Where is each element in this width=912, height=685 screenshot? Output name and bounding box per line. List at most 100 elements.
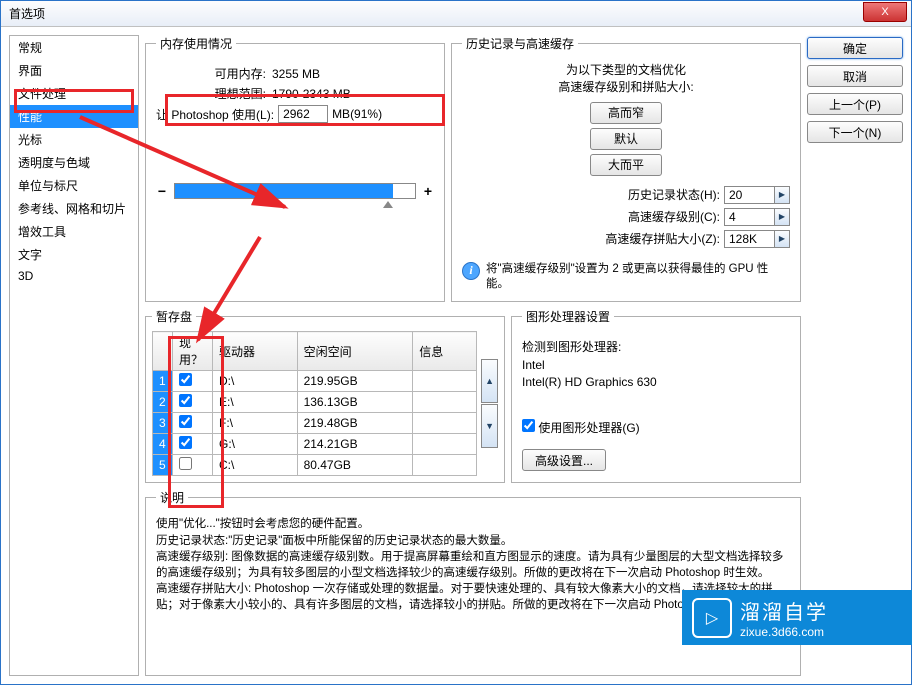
gpu-detect-label: 检测到图形处理器: [522,338,790,355]
watermark-title: 溜溜自学 [740,596,828,625]
ideal-range-value: 1790-2343 MB [272,87,351,101]
avail-ram-value: 3255 MB [272,67,320,81]
cache-tile-flyout[interactable] [774,230,790,248]
gpu-advanced-button[interactable]: 高级设置... [522,449,606,471]
memory-slider-row: − + [156,183,434,199]
scratch-row-info [413,455,477,476]
preset-tall-button[interactable]: 高而窄 [590,102,662,124]
watermark-url: zixue.3d66.com [740,625,828,639]
category-sidebar: 常规界面文件处理性能光标透明度与色域单位与标尺参考线、网格和切片增效工具文字3D [9,35,139,676]
scratch-col-drive[interactable]: 驱动器 [213,332,298,371]
scratch-row-num: 3 [153,413,173,434]
ps-use-input[interactable] [278,105,328,123]
cache-tile-input[interactable] [724,230,774,248]
scratch-legend: 暂存盘 [152,308,196,325]
cache-levels-flyout[interactable] [774,208,790,226]
watermark: ▷ 溜溜自学 zixue.3d66.com [682,590,912,645]
preset-default-button[interactable]: 默认 [590,128,662,150]
top-row: 内存使用情况 可用内存: 3255 MB 理想范围: 1790-2343 MB … [145,35,801,302]
scratch-row-info [413,371,477,392]
ps-use-label: 让 Photoshop 使用(L): [156,106,274,123]
description-legend: 说明 [156,489,188,506]
avail-ram-label: 可用内存: [156,65,266,82]
sidebar-item-2[interactable]: 文件处理 [10,82,138,105]
cache-levels-input[interactable] [724,208,774,226]
window-title: 首选项 [9,5,45,22]
scratch-row-num: 2 [153,392,173,413]
gpu-vendor: Intel [522,358,790,372]
scratch-row[interactable]: 3F:\219.48GB [153,413,477,434]
preferences-window: 首选项 X 常规界面文件处理性能光标透明度与色域单位与标尺参考线、网格和切片增效… [0,0,912,685]
next-button[interactable]: 下一个(N) [807,121,903,143]
slider-plus-button[interactable]: + [422,183,434,199]
scratch-move-down-button[interactable]: ▼ [481,404,498,448]
dialog-body: 常规界面文件处理性能光标透明度与色域单位与标尺参考线、网格和切片增效工具文字3D… [1,27,911,684]
scratch-row-free: 136.13GB [297,392,413,413]
history-states-label: 历史记录状态(H): [628,186,720,203]
scratch-table: 现用？ 驱动器 空闲空间 信息 1D:\219.95GB2E:\136.13GB… [152,331,477,476]
scratch-row-drive: E:\ [213,392,298,413]
action-buttons-column: 确定 取消 上一个(P) 下一个(N) [807,35,903,676]
scratch-row-active-checkbox[interactable] [179,394,192,407]
watermark-play-icon: ▷ [692,598,732,638]
history-states-flyout[interactable] [774,186,790,204]
scratch-col-info[interactable]: 信息 [413,332,477,371]
scratch-row[interactable]: 1D:\219.95GB [153,371,477,392]
scratch-row-num: 1 [153,371,173,392]
memory-legend: 内存使用情况 [156,35,236,52]
sidebar-item-8[interactable]: 增效工具 [10,220,138,243]
scratch-row[interactable]: 2 E:\136.13GB [153,392,477,413]
sidebar-item-4[interactable]: 光标 [10,128,138,151]
scratch-row[interactable]: 4G:\214.21GB [153,434,477,455]
main-area: 内存使用情况 可用内存: 3255 MB 理想范围: 1790-2343 MB … [145,35,903,676]
scratch-col-active[interactable]: 现用？ [173,332,213,371]
slider-minus-button[interactable]: − [156,183,168,199]
close-button[interactable]: X [863,2,907,22]
gpu-legend: 图形处理器设置 [522,308,614,325]
scratch-row-active-checkbox[interactable] [179,436,192,449]
sidebar-item-10[interactable]: 3D [10,266,138,286]
cancel-button[interactable]: 取消 [807,65,903,87]
scratch-row-active-checkbox[interactable] [179,457,192,470]
ps-use-suffix: MB(91%) [332,107,382,121]
scratch-row-info [413,434,477,455]
center-column: 内存使用情况 可用内存: 3255 MB 理想范围: 1790-2343 MB … [145,35,801,676]
scratch-row-info [413,392,477,413]
sidebar-item-5[interactable]: 透明度与色域 [10,151,138,174]
scratch-row[interactable]: 5C:\80.47GB [153,455,477,476]
scratch-col-num [153,332,173,371]
memory-fieldset: 内存使用情况 可用内存: 3255 MB 理想范围: 1790-2343 MB … [145,35,445,302]
scratch-row-active-checkbox[interactable] [179,415,192,428]
cache-tile-label: 高速缓存拼贴大小(Z): [605,230,720,247]
memory-slider[interactable] [174,183,416,199]
sidebar-item-0[interactable]: 常规 [10,36,138,59]
ideal-range-label: 理想范围: [156,85,266,102]
preset-flat-button[interactable]: 大而平 [590,154,662,176]
memory-slider-fill [175,184,393,198]
description-fieldset: 说明 使用"优化..."按钮时会考虑您的硬件配置。历史记录状态:"历史记录"面板… [145,489,801,676]
scratch-move-up-button[interactable]: ▲ [481,359,498,403]
cache-tip-text: 将"高速缓存级别"设置为 2 或更高以获得最佳的 GPU 性能。 [486,262,790,292]
gpu-model: Intel(R) HD Graphics 630 [522,375,790,389]
prev-button[interactable]: 上一个(P) [807,93,903,115]
sidebar-item-6[interactable]: 单位与标尺 [10,174,138,197]
history-states-input[interactable] [724,186,774,204]
scratch-col-free[interactable]: 空闲空间 [297,332,413,371]
ok-button[interactable]: 确定 [807,37,903,59]
history-hint: 为以下类型的文档优化 高速缓存级别和拼贴大小: [462,62,790,96]
use-gpu-label[interactable]: 使用图形处理器(G) [522,421,640,435]
use-gpu-checkbox[interactable] [522,419,535,432]
scratch-row-free: 214.21GB [297,434,413,455]
sidebar-item-9[interactable]: 文字 [10,243,138,266]
scratch-row-active-checkbox[interactable] [179,373,192,386]
scratch-row-drive: D:\ [213,371,298,392]
scratch-fieldset: 暂存盘 现用？ 驱动器 空闲空间 信息 [145,308,505,483]
middle-row: 暂存盘 现用？ 驱动器 空闲空间 信息 [145,308,801,483]
scratch-row-num: 5 [153,455,173,476]
scratch-row-info [413,413,477,434]
memory-slider-thumb[interactable] [383,201,393,208]
gpu-fieldset: 图形处理器设置 检测到图形处理器: Intel Intel(R) HD Grap… [511,308,801,483]
sidebar-item-7[interactable]: 参考线、网格和切片 [10,197,138,220]
sidebar-item-3[interactable]: 性能 [10,105,138,128]
sidebar-item-1[interactable]: 界面 [10,59,138,82]
